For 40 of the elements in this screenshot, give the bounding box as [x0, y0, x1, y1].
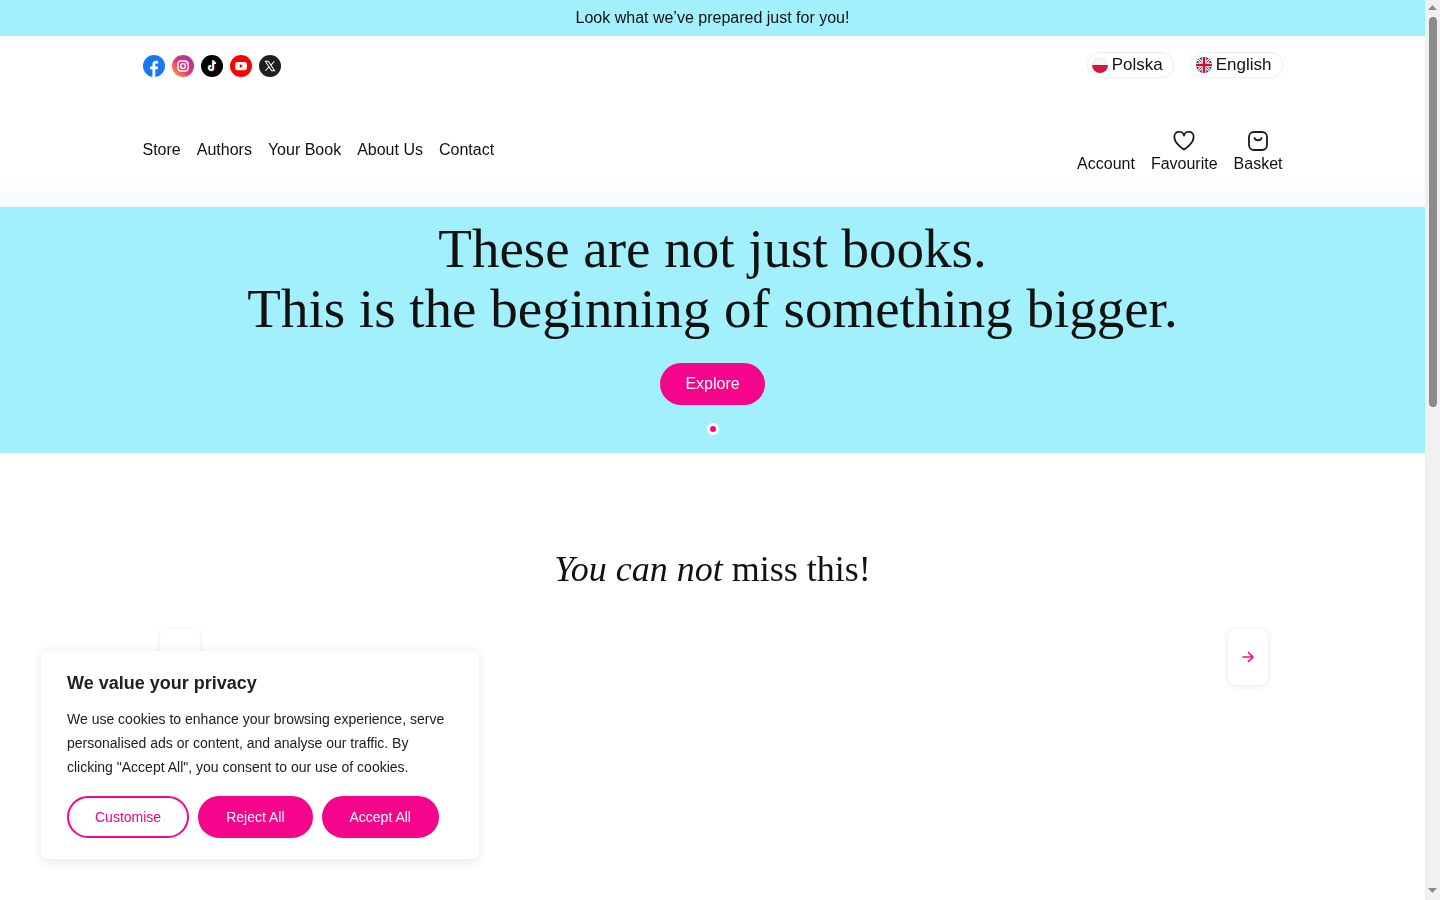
nav-link[interactable]: About Us	[357, 140, 423, 160]
language-button[interactable]: Polska	[1086, 52, 1174, 78]
bag-icon	[1248, 131, 1269, 151]
scrollbar[interactable]	[1425, 0, 1440, 900]
instagram-link[interactable]	[171, 55, 194, 77]
nav-link[interactable]: Contact	[438, 140, 495, 160]
cookie-text: We use cookies to enhance your browsing experience, serve personalised ads or content, and analyse our traffic. By clicking "Accept All", you consent to our use of cookies.	[67, 710, 446, 777]
hero-headline: These are not just books.	[437, 219, 988, 279]
scroll-up-arrow-icon[interactable]	[1428, 5, 1437, 10]
hero-headline: This is the beginning of something bigger.	[247, 279, 1178, 339]
instagram-icon	[171, 55, 194, 77]
youtube-link[interactable]	[229, 55, 252, 77]
scroll-down-arrow-icon[interactable]	[1428, 888, 1437, 893]
account-link[interactable]: Account	[1077, 154, 1135, 174]
facebook-link[interactable]	[142, 55, 165, 77]
nav-link[interactable]: Store	[142, 140, 181, 160]
basket-link[interactable]: Basket	[1233, 131, 1283, 174]
arrow-right-icon	[1241, 651, 1254, 663]
facebook-icon	[142, 55, 165, 77]
cookie-button[interactable]: Accept All	[321, 796, 439, 838]
cookie-title: We value your privacy	[67, 672, 258, 695]
uk-flag-icon	[1195, 57, 1212, 73]
youtube-icon	[229, 55, 252, 77]
x-logo-icon	[258, 55, 281, 77]
tiktok-link[interactable]	[200, 55, 223, 77]
nav-link[interactable]: Authors	[196, 140, 252, 160]
announcement-text: Look what we’ve prepared just for you!	[575, 8, 850, 28]
x-link[interactable]	[258, 55, 281, 77]
language-button[interactable]: English	[1190, 52, 1283, 78]
slide-dot[interactable]	[706, 423, 719, 435]
nav-link[interactable]: Your Book	[267, 140, 342, 160]
cookie-button[interactable]: Customise	[67, 796, 190, 838]
cookie-button[interactable]: Reject All	[198, 796, 313, 838]
explore-button[interactable]: Explore	[660, 363, 765, 405]
heart-icon	[1173, 131, 1196, 151]
scrollbar-thumb[interactable]	[1428, 17, 1437, 407]
poland-flag-icon	[1091, 57, 1108, 73]
section-heading: You can not miss this!	[554, 548, 871, 590]
tiktok-icon	[200, 55, 223, 77]
favourite-link[interactable]: Favourite	[1150, 131, 1218, 174]
